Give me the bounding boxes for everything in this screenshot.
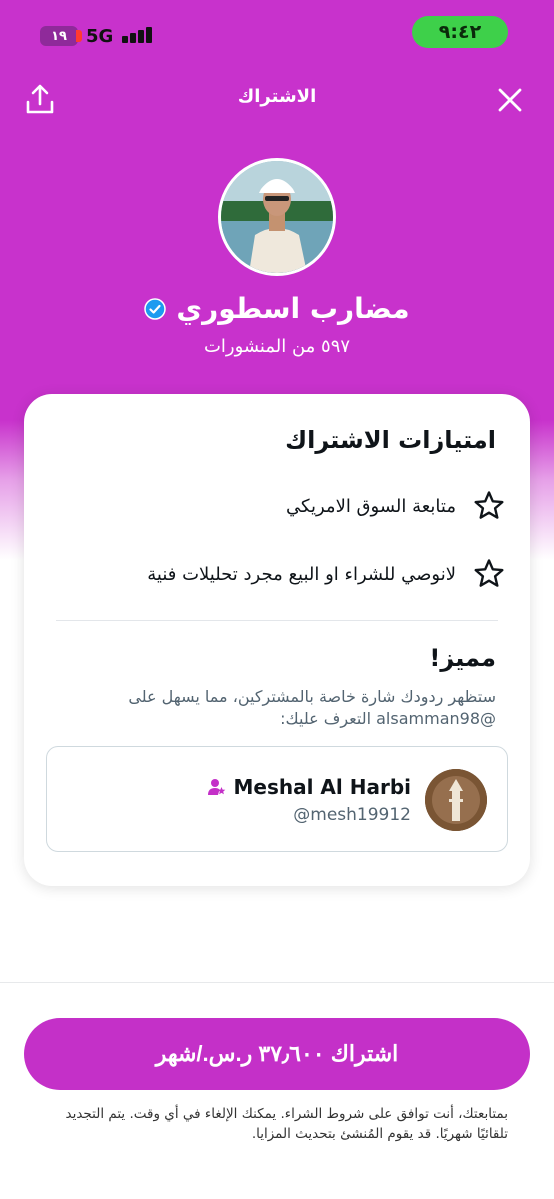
- profile-name: مضارب اسطوري: [176, 292, 410, 325]
- preview-name-row: Meshal Al Harbi: [206, 775, 412, 799]
- premium-description-line: @alsamman98 التعرف عليك:: [280, 709, 496, 728]
- subscriber-badge-icon: [207, 779, 225, 795]
- premium-description-line: ستظهر ردودك شارة خاصة بالمشتركين، مما يس…: [128, 687, 496, 706]
- legal-text: بمتابعتك، أنت توافق على شروط الشراء. يمك…: [38, 1104, 508, 1144]
- reply-badge-preview: Meshal Al Harbi @mesh19912: [46, 746, 508, 852]
- perks-title: امتيازات الاشتراك: [285, 426, 496, 454]
- legal-text-line: بمتابعتك، أنت توافق على شروط الشراء. يمك…: [65, 1106, 508, 1122]
- preview-photo: [425, 769, 487, 831]
- profile-photo: [221, 161, 333, 273]
- perk-item: لانوصي للشراء او البيع مجرد تحليلات فنية: [46, 554, 506, 594]
- profile-name-row: مضارب اسطوري: [0, 292, 554, 325]
- premium-title: مميز!: [429, 644, 496, 672]
- status-time: ٩:٤٢: [412, 16, 508, 48]
- premium-description: ستظهر ردودك شارة خاصة بالمشتركين، مما يس…: [56, 686, 496, 730]
- perk-text: متابعة السوق الامريكي: [286, 495, 456, 517]
- verified-badge-icon: [144, 297, 167, 320]
- status-bar: ١٩ 5G ٩:٤٢: [0, 14, 554, 54]
- perk-text: لانوصي للشراء او البيع مجرد تحليلات فنية: [147, 563, 456, 585]
- page-title: الاشتراك: [237, 86, 317, 107]
- battery-indicator: ١٩: [40, 26, 82, 46]
- subscription-perks-card: امتيازات الاشتراك متابعة السوق الامريكي …: [24, 394, 530, 886]
- subscribe-button-label: اشتراك ٣٧٫٦٠٠ ر.س./شهر: [155, 1041, 399, 1066]
- divider: [56, 620, 498, 621]
- preview-avatar: [425, 769, 487, 831]
- footer-divider: [0, 982, 554, 983]
- battery-level: ١٩: [51, 28, 67, 44]
- post-count: ٥٩٧ من المنشورات: [203, 336, 351, 357]
- close-icon: [498, 88, 522, 112]
- nav-bar: الاشتراك: [0, 80, 554, 120]
- preview-handle: @mesh19912: [293, 805, 411, 825]
- network-type: 5G: [86, 26, 114, 47]
- close-button[interactable]: [494, 84, 526, 116]
- signal-icon: [122, 27, 152, 43]
- preview-name: Meshal Al Harbi: [233, 775, 412, 799]
- star-icon: [474, 491, 504, 519]
- legal-text-line: تلقائيًا شهريًا. قد يقوم المُنشئ بتحديث …: [251, 1126, 508, 1142]
- star-icon: [474, 559, 504, 587]
- subscribe-button[interactable]: اشتراك ٣٧٫٦٠٠ ر.س./شهر: [24, 1018, 530, 1090]
- perk-item: متابعة السوق الامريكي: [46, 486, 506, 526]
- profile-avatar: [218, 158, 336, 276]
